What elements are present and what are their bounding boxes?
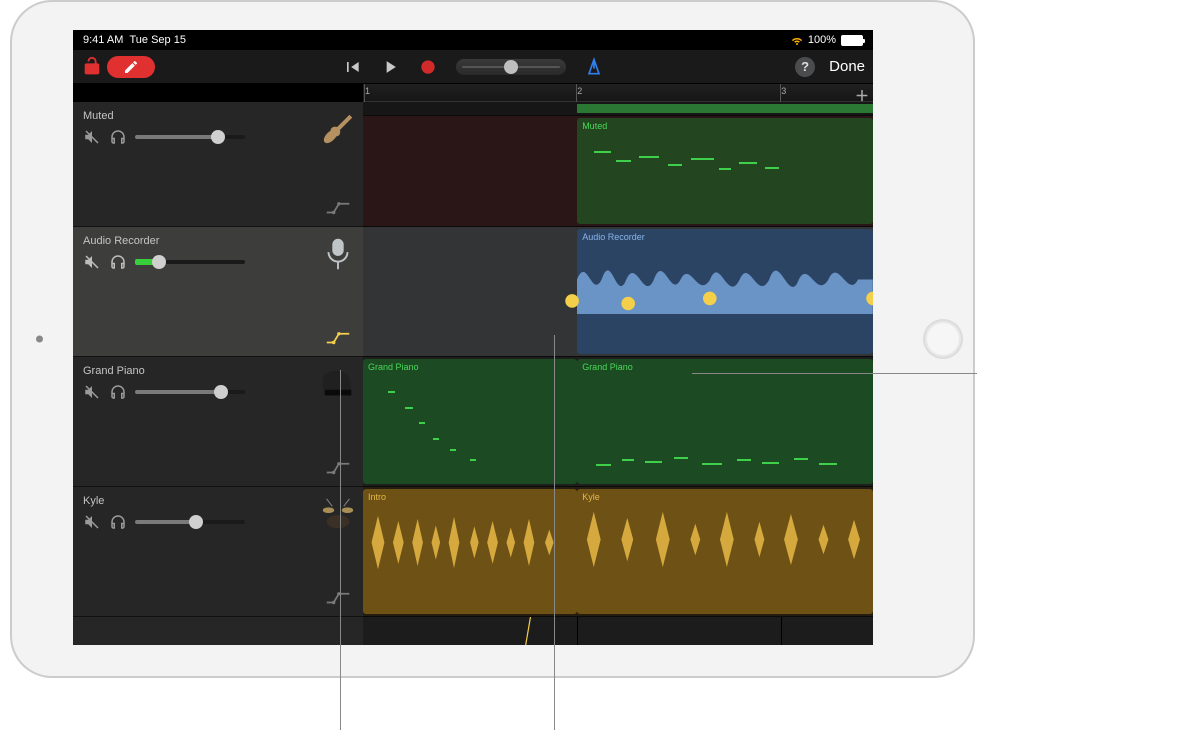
track-header-audio-recorder[interactable]: Audio Recorder [73, 227, 363, 357]
ipad-frame: 9:41 AM Tue Sep 15 100% [10, 0, 975, 678]
region-label: Audio Recorder [582, 232, 645, 242]
automation-toggle[interactable] [325, 330, 351, 348]
home-button[interactable] [923, 319, 963, 359]
lock-open-icon[interactable] [81, 56, 103, 78]
ruler-mark: 1 [365, 86, 370, 96]
callout-line [554, 335, 555, 730]
date-text: Tue Sep 15 [129, 34, 185, 46]
headphones-icon[interactable] [109, 513, 127, 531]
done-button[interactable]: Done [829, 58, 865, 75]
track-header-grand-piano[interactable]: Grand Piano [73, 357, 363, 487]
mute-icon[interactable] [83, 383, 101, 401]
callout-line [692, 373, 977, 374]
screen: 9:41 AM Tue Sep 15 100% [73, 30, 873, 645]
track-name-label: Grand Piano [83, 365, 313, 377]
mute-icon[interactable] [83, 128, 101, 146]
camera-dot [36, 336, 43, 343]
track-header-kyle[interactable]: Kyle [73, 487, 363, 617]
play-button[interactable] [380, 57, 400, 77]
battery-pct-text: 100% [808, 34, 836, 46]
status-bar: 9:41 AM Tue Sep 15 100% [73, 30, 873, 50]
clock-text: 9:41 AM [83, 34, 123, 46]
ruler-mark: 3 [781, 86, 786, 96]
track-name-label: Audio Recorder [83, 235, 313, 247]
drums-icon[interactable] [319, 495, 357, 533]
battery-icon [841, 35, 863, 46]
app-toolbar: ? Done [73, 50, 873, 84]
track-name-label: Kyle [83, 495, 313, 507]
region-label: Kyle [582, 492, 600, 502]
automation-toggle[interactable] [325, 200, 351, 218]
volume-slider[interactable] [135, 520, 245, 524]
guitar-icon[interactable] [319, 110, 357, 148]
edit-mode-button[interactable] [107, 56, 155, 78]
piano-icon[interactable] [319, 365, 357, 403]
volume-slider[interactable] [135, 260, 245, 264]
waveform [577, 245, 873, 314]
mute-icon[interactable] [83, 253, 101, 271]
track-sidebar: Muted [73, 102, 363, 645]
automation-toggle[interactable] [325, 460, 351, 478]
record-button[interactable] [418, 57, 438, 77]
drum-hits [363, 505, 577, 580]
drum-hits [577, 505, 873, 574]
region-label: Grand Piano [582, 362, 633, 372]
position-slider[interactable] [456, 59, 566, 75]
timeline-ruler[interactable]: 1 2 3 ＋ [363, 84, 873, 102]
callout-line [340, 370, 341, 730]
microphone-icon[interactable] [319, 235, 357, 273]
mute-icon[interactable] [83, 513, 101, 531]
metronome-icon[interactable] [584, 57, 604, 77]
ruler-mark: 2 [577, 86, 582, 96]
headphones-icon[interactable] [109, 253, 127, 271]
region-label: Muted [582, 121, 607, 131]
automation-toggle[interactable] [325, 590, 351, 608]
region-label: Grand Piano [368, 362, 419, 372]
rewind-button[interactable] [342, 57, 362, 77]
wifi-icon [791, 34, 803, 46]
transport-controls [342, 57, 604, 77]
status-time: 9:41 AM Tue Sep 15 [83, 34, 186, 46]
volume-slider[interactable] [135, 135, 245, 139]
pencil-icon [123, 59, 139, 75]
headphones-icon[interactable] [109, 128, 127, 146]
track-header-muted[interactable]: Muted [73, 102, 363, 227]
headphones-icon[interactable] [109, 383, 127, 401]
callout-line [692, 373, 693, 374]
volume-slider[interactable] [135, 390, 245, 394]
help-button[interactable]: ? [795, 57, 815, 77]
region-label: Intro [368, 492, 386, 502]
track-name-label: Muted [83, 110, 313, 122]
